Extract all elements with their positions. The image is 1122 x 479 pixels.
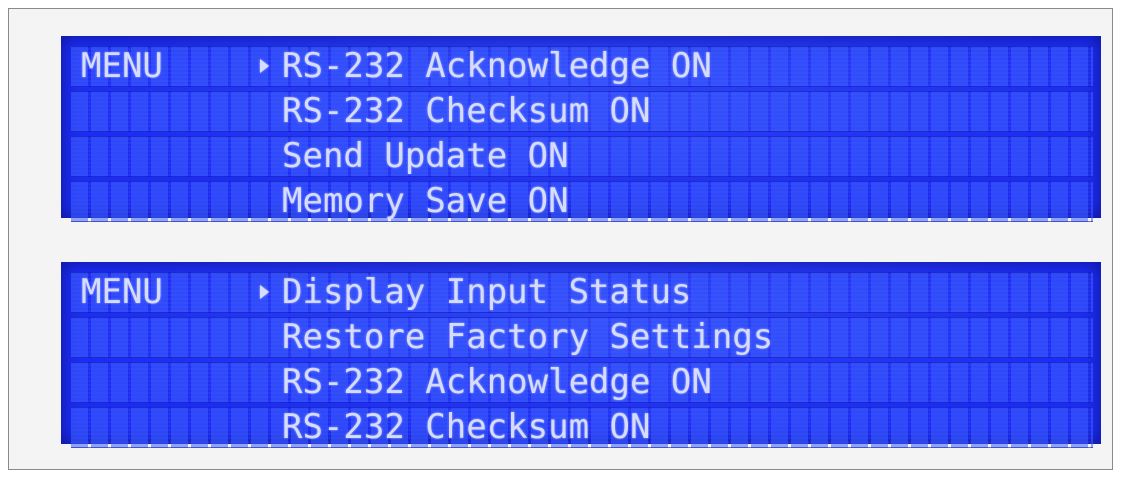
lcd-row[interactable]: RS-232 Checksum ON [71, 407, 1093, 448]
menu-item-rs232-checksum[interactable]: RS-232 Checksum ON [282, 91, 650, 132]
screenshot-frame: MENU RS-232 Acknowledge ON RS-232 Checks… [8, 8, 1113, 470]
menu-item-rs232-checksum[interactable]: RS-232 Checksum ON [282, 407, 650, 448]
menu-item-memory-save[interactable]: Memory Save ON [282, 181, 569, 222]
menu-item-restore-factory-settings[interactable]: Restore Factory Settings [282, 317, 773, 358]
lcd-row[interactable]: Send Update ON [71, 136, 1093, 177]
lcd-row[interactable]: Memory Save ON [71, 181, 1093, 222]
lcd-cell-grid [71, 136, 1093, 177]
selection-cursor-icon [260, 285, 269, 299]
lcd-display-2: MENU Display Input Status Restore Factor… [61, 262, 1101, 448]
menu-item-rs232-acknowledge[interactable]: RS-232 Acknowledge ON [282, 46, 712, 87]
lcd-row[interactable]: MENU RS-232 Acknowledge ON [71, 46, 1093, 87]
lcd-row[interactable]: RS-232 Acknowledge ON [71, 362, 1093, 403]
menu-label: MENU [81, 272, 163, 312]
selection-cursor-icon [260, 59, 269, 73]
lcd-row[interactable]: RS-232 Checksum ON [71, 91, 1093, 132]
lcd-cell-grid [71, 181, 1093, 222]
menu-item-send-update[interactable]: Send Update ON [282, 136, 569, 177]
menu-label: MENU [81, 46, 163, 86]
menu-item-display-input-status[interactable]: Display Input Status [282, 272, 691, 313]
menu-item-rs232-acknowledge[interactable]: RS-232 Acknowledge ON [282, 362, 712, 403]
lcd-display-1: MENU RS-232 Acknowledge ON RS-232 Checks… [61, 36, 1101, 222]
lcd-row[interactable]: Restore Factory Settings [71, 317, 1093, 358]
lcd-row[interactable]: MENU Display Input Status [71, 272, 1093, 313]
